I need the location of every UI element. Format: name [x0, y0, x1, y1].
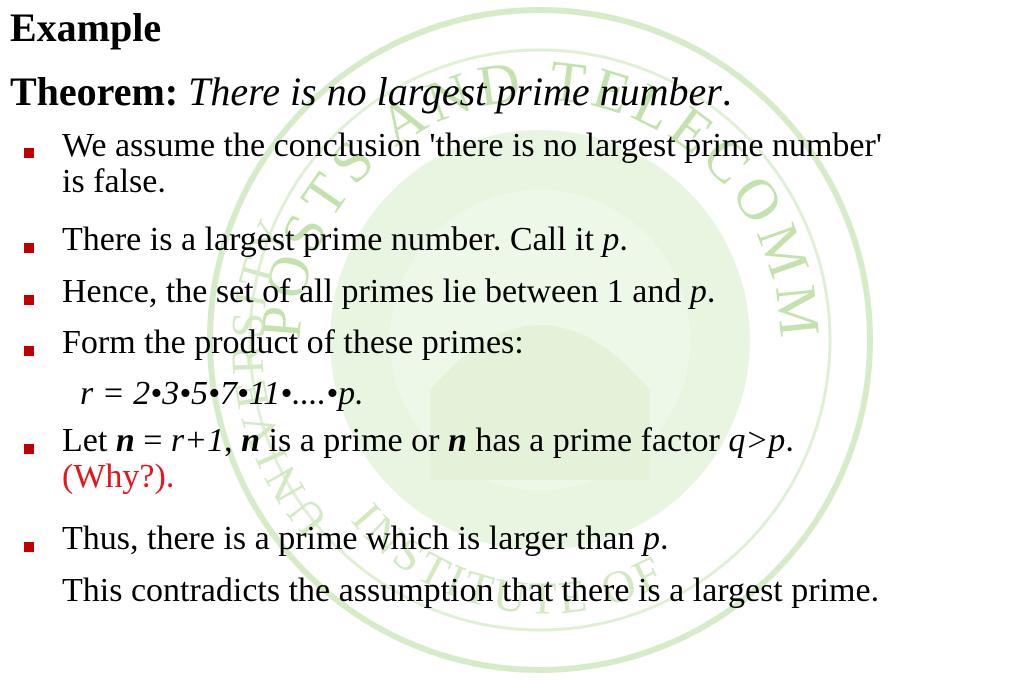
why-question: (Why?). — [62, 458, 175, 495]
bullet-primes-between: Hence, the set of all primes lie between… — [62, 272, 1012, 312]
contradiction-statement: This contradicts the assumption that the… — [62, 572, 880, 609]
slide-content: Example Theorem: There is no largest pri… — [0, 0, 1025, 619]
variable-n: n — [447, 422, 467, 459]
variable-n: n — [115, 422, 135, 459]
theorem-text: There is no largest prime number — [188, 69, 722, 114]
expression-q-gt-p: q>p — [728, 422, 786, 459]
expression-r-plus-1: r+1 — [170, 422, 225, 459]
bullet-marker-icon — [24, 444, 34, 454]
bullet-marker-icon — [24, 148, 34, 158]
bullet-let-n: Let n = r+1, n is a prime or n has a pri… — [62, 421, 1012, 497]
bullet-larger-prime: Thus, there is a prime which is larger t… — [62, 519, 1012, 559]
variable-p: p — [602, 221, 620, 258]
bullet-text: We assume the conclusion 'there is no la… — [62, 127, 882, 164]
bullet-form-product: Form the product of these primes: — [62, 324, 524, 361]
bullet-largest-prime: There is a largest prime number. Call it… — [62, 220, 1012, 260]
bullet-text: There is a largest prime number. Call it — [62, 221, 603, 258]
theorem-statement: Theorem: There is no largest prime numbe… — [10, 68, 732, 116]
variable-n: n — [241, 422, 261, 459]
product-formula: r = 2•3•5•7•11•....•p. — [80, 375, 364, 412]
bullet-marker-icon — [24, 542, 34, 552]
variable-p: p — [643, 520, 660, 557]
theorem-label: Theorem: — [10, 69, 179, 114]
bullet-text: Thus, there is a prime which is larger t… — [62, 520, 643, 557]
bullet-assume-false: We assume the conclusion 'there is no la… — [62, 126, 1012, 202]
bullet-marker-icon — [24, 346, 34, 356]
bullet-text: Hence, the set of all primes lie between… — [62, 273, 690, 310]
bullet-text-continued: is false. — [62, 163, 166, 200]
bullet-period: . — [619, 221, 628, 258]
bullet-marker-icon — [24, 243, 34, 253]
bullet-text: Let n = r+1, n is a prime or n has a pri… — [62, 422, 794, 459]
bullet-period: . — [706, 273, 716, 310]
bullet-marker-icon — [24, 295, 34, 305]
bullet-period: . — [660, 520, 669, 557]
slide-title: Example — [10, 5, 162, 50]
theorem-period: . — [721, 69, 732, 114]
variable-p: p — [689, 273, 707, 310]
